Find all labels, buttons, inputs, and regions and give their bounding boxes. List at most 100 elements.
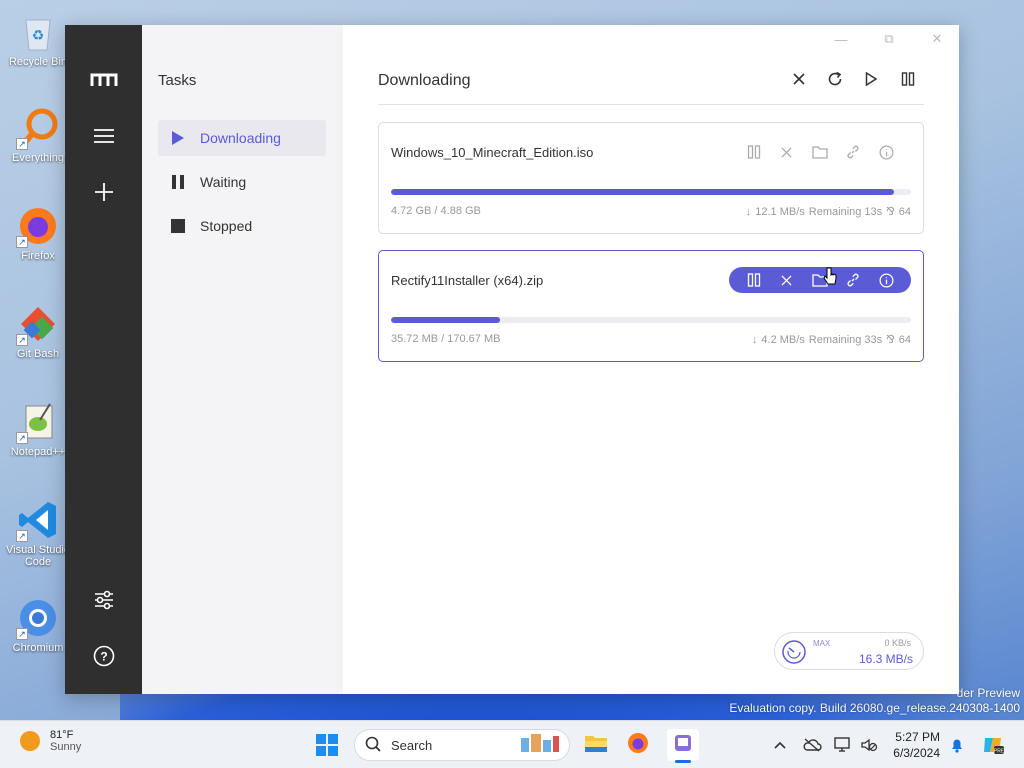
info-icon[interactable] xyxy=(875,141,897,163)
delete-task-button[interactable] xyxy=(776,269,798,291)
refresh-button[interactable] xyxy=(822,68,848,94)
task-size: 4.72 GB / 4.88 GB xyxy=(391,205,481,217)
speed-limit-label: MAX xyxy=(813,639,831,648)
network-icon[interactable] xyxy=(832,731,854,759)
weather-widget[interactable]: 81°F Sunny xyxy=(20,729,81,753)
motrix-window: ? Tasks Downloading Waiting Stopped — ⧉ … xyxy=(65,25,959,694)
speedometer-icon xyxy=(781,639,807,670)
progress-fill xyxy=(391,189,894,195)
sidebar-title: Tasks xyxy=(158,72,197,89)
sidebar-item-label: Stopped xyxy=(200,218,253,234)
taskbar-firefox[interactable] xyxy=(622,729,654,761)
task-name: Windows_10_Minecraft_Edition.iso xyxy=(391,145,594,160)
mouse-cursor-icon xyxy=(823,267,837,292)
settings-icon[interactable] xyxy=(65,580,142,620)
recycle-bin-icon: ♻ xyxy=(16,10,60,54)
everything-search-icon: ↗ xyxy=(16,106,60,150)
add-task-button[interactable] xyxy=(65,172,142,212)
desktop-icon-chromium[interactable]: ↗ Chromium xyxy=(4,596,72,654)
tasks-sidebar: Tasks Downloading Waiting Stopped xyxy=(142,25,343,694)
notepadpp-icon: ↗ xyxy=(16,400,60,444)
sidebar-item-label: Downloading xyxy=(200,130,281,146)
task-name: Rectify11Installer (x64).zip xyxy=(391,273,544,288)
pause-icon xyxy=(170,174,186,190)
vscode-icon: ↗ xyxy=(16,498,60,542)
delete-all-button[interactable] xyxy=(786,68,812,94)
delete-task-button[interactable] xyxy=(776,141,798,163)
clock-time: 5:27 PM xyxy=(895,730,940,744)
desktop-icon-everything[interactable]: ↗ Everything xyxy=(4,106,72,164)
taskbar-motrix[interactable] xyxy=(667,729,699,763)
folder-icon xyxy=(584,733,608,758)
close-icon xyxy=(793,72,805,90)
upload-speed: 0 KB/s xyxy=(884,638,911,648)
download-arrow-icon: ↓ xyxy=(751,333,758,346)
shortcut-arrow-icon: ↗ xyxy=(16,628,28,640)
volume-muted-icon[interactable] xyxy=(858,731,880,759)
app-rail: ? xyxy=(65,25,142,694)
sidebar-item-downloading[interactable]: Downloading xyxy=(158,120,326,156)
refresh-icon xyxy=(827,71,843,92)
task-connections: 64 xyxy=(898,205,911,218)
copilot-icon[interactable]: PRE xyxy=(979,731,1007,759)
task-card[interactable]: Windows_10_Minecraft_Edition.iso 4.72 GB… xyxy=(378,122,924,234)
link-icon[interactable] xyxy=(842,269,864,291)
shortcut-arrow-icon: ↗ xyxy=(16,138,28,150)
windows-start-icon[interactable] xyxy=(316,734,338,756)
task-speed: 12.1 MB/s xyxy=(755,205,805,218)
title-divider xyxy=(378,104,924,105)
close-window-button[interactable]: ✕ xyxy=(925,29,949,49)
desktop-icon-vscode[interactable]: ↗ Visual Studio Code xyxy=(4,498,72,568)
taskbar-clock[interactable]: 5:27 PM 6/3/2024 xyxy=(884,729,940,761)
task-remaining: Remaining 13s xyxy=(808,205,883,218)
svg-text:♻: ♻ xyxy=(32,27,45,43)
restore-button[interactable]: ⧉ xyxy=(877,29,901,49)
search-placeholder: Search xyxy=(391,737,433,753)
task-size: 35.72 MB / 170.67 MB xyxy=(391,333,501,345)
firefox-icon xyxy=(627,732,649,759)
link-icon[interactable] xyxy=(842,141,864,163)
task-remaining: Remaining 33s xyxy=(808,333,883,346)
resume-all-button[interactable] xyxy=(858,68,884,94)
progress-fill xyxy=(391,317,500,323)
search-icon xyxy=(365,736,381,755)
taskbar-file-explorer[interactable] xyxy=(580,729,612,761)
play-icon xyxy=(865,71,878,91)
notification-bell-icon[interactable] xyxy=(946,731,968,759)
pause-task-button[interactable] xyxy=(743,141,765,163)
task-card[interactable]: Rectify11Installer (x64).zip 35.72 MB / … xyxy=(378,250,924,362)
minimize-button[interactable]: — xyxy=(829,29,853,49)
help-icon[interactable]: ? xyxy=(65,636,142,676)
git-icon: ↗ xyxy=(16,302,60,346)
tray-overflow-icon[interactable] xyxy=(769,731,791,759)
desktop-icon-notepadpp[interactable]: ↗ Notepad++ xyxy=(4,400,72,458)
speedometer[interactable]: MAX 0 KB/s 16.3 MB/s xyxy=(774,632,924,670)
desktop-icon-firefox[interactable]: ↗ Firefox xyxy=(4,204,72,262)
desktop-icon-recycle-bin[interactable]: ♻ Recycle Bin xyxy=(4,10,72,68)
menu-icon[interactable] xyxy=(65,116,142,156)
main-panel: — ⧉ ✕ Downloading Windows_10_Minecraft_E… xyxy=(343,25,959,694)
onedrive-offline-icon[interactable] xyxy=(801,731,823,759)
shortcut-arrow-icon: ↗ xyxy=(16,236,28,248)
download-arrow-icon: ↓ xyxy=(745,205,752,218)
sidebar-item-waiting[interactable]: Waiting xyxy=(158,164,326,200)
taskbar-search[interactable]: Search xyxy=(354,729,570,761)
download-speed: 16.3 MB/s xyxy=(858,652,913,666)
weather-condition: Sunny xyxy=(50,741,82,753)
active-app-indicator xyxy=(675,760,691,763)
folder-icon[interactable] xyxy=(809,141,831,163)
info-icon[interactable] xyxy=(875,269,897,291)
task-connections: 64 xyxy=(898,333,911,346)
pause-all-button[interactable] xyxy=(895,68,921,94)
sidebar-item-label: Waiting xyxy=(200,174,247,190)
stop-icon xyxy=(170,218,186,234)
progress-bar xyxy=(391,317,911,323)
connections-icon: ⅋ xyxy=(886,334,895,346)
search-highlight-icon xyxy=(517,732,561,759)
page-title: Downloading xyxy=(378,72,471,89)
motrix-icon xyxy=(673,733,693,758)
weather-temp: 81°F xyxy=(50,729,74,741)
sidebar-item-stopped[interactable]: Stopped xyxy=(158,208,326,244)
pause-task-button[interactable] xyxy=(743,269,765,291)
desktop-icon-git-bash[interactable]: ↗ Git Bash xyxy=(4,302,72,360)
